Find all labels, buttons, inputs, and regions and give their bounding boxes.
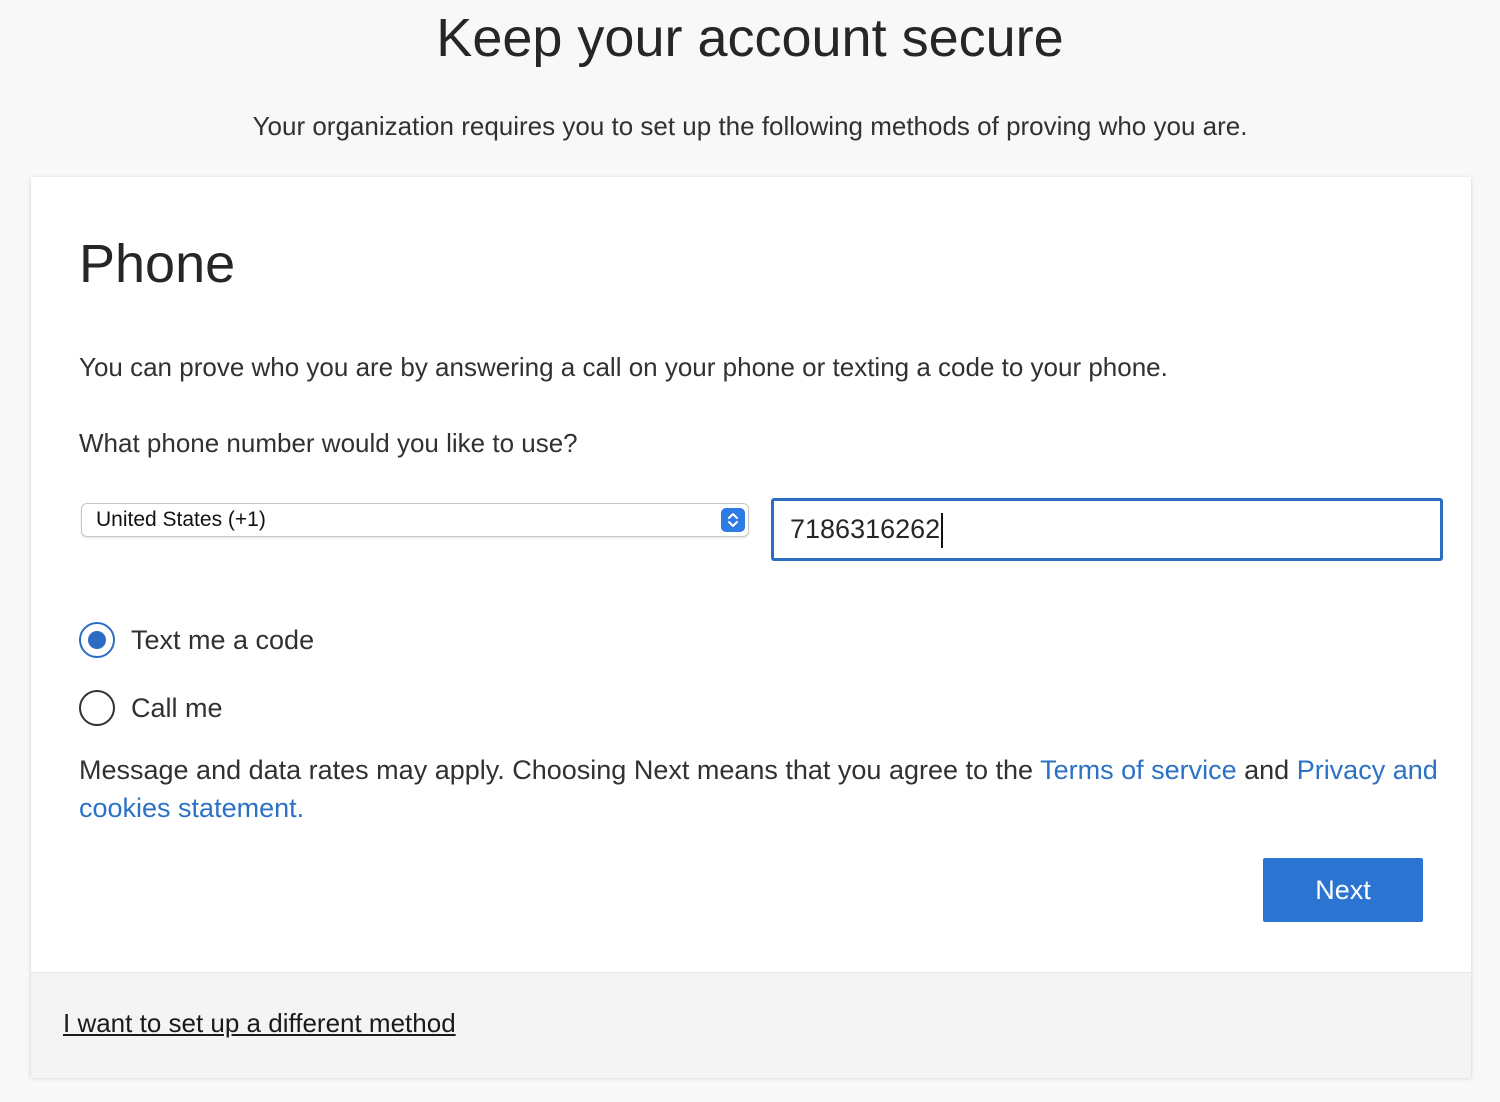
legal-notice: Message and data rates may apply. Choosi… <box>79 751 1439 827</box>
different-method-link[interactable]: I want to set up a different method <box>63 1005 456 1041</box>
phone-question: What phone number would you like to use? <box>79 428 578 458</box>
page: Keep your account secure Your organizati… <box>0 0 1500 1102</box>
phone-description: You can prove who you are by answering a… <box>79 352 1168 382</box>
page-subtitle: Your organization requires you to set up… <box>252 111 1248 141</box>
card-body: Phone You can prove who you are by answe… <box>31 177 1471 972</box>
section-title: Phone <box>79 234 236 294</box>
radio-unselected-icon[interactable] <box>79 690 115 726</box>
next-button[interactable]: Next <box>1263 858 1423 922</box>
country-select[interactable]: United States (+1) <box>81 503 749 537</box>
legal-text-middle: and <box>1236 755 1297 785</box>
country-select-value: United States (+1) <box>96 508 266 531</box>
legal-text-before: Message and data rates may apply. Choosi… <box>79 755 1041 785</box>
option-label: Call me <box>131 693 223 723</box>
setup-card: Phone You can prove who you are by answe… <box>31 177 1471 1078</box>
text-caret <box>941 513 943 548</box>
radio-selected-icon[interactable] <box>79 622 115 658</box>
phone-number-input[interactable] <box>771 498 1443 561</box>
page-title: Keep your account secure <box>436 8 1064 68</box>
chevron-up-down-icon <box>721 508 745 532</box>
card-footer: I want to set up a different method <box>31 972 1471 1078</box>
terms-of-service-link[interactable]: Terms of service <box>1040 755 1237 785</box>
option-label: Text me a code <box>131 625 315 655</box>
